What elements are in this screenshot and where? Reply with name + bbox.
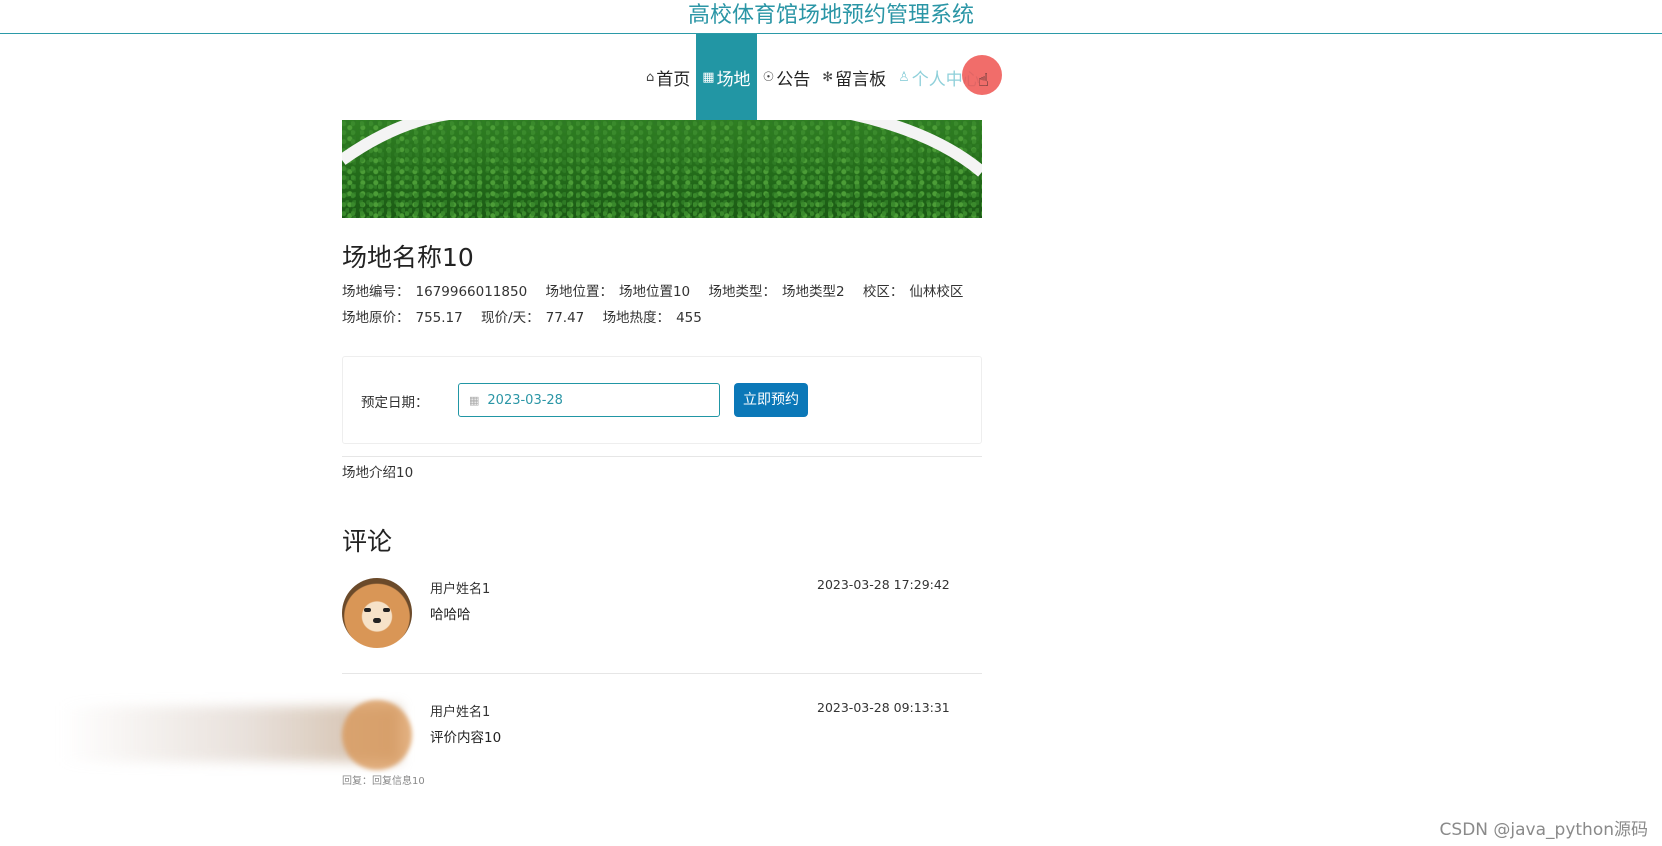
user-icon: ♙	[898, 69, 910, 85]
campus-value: 仙林校区	[909, 284, 964, 300]
divider	[342, 456, 982, 457]
location-label: 场地位置：	[545, 284, 613, 300]
number-value: 1679966011850	[415, 284, 528, 300]
nav-message-board-label: 留言板	[835, 69, 887, 90]
nav-home[interactable]: ⌂ 首页	[640, 34, 696, 120]
home-icon: ⌂	[646, 69, 655, 85]
main-nav: ⌂ 首页 ▦ 场地 ☉ 公告 ✻ 留言板 ♙ 个人中心	[640, 34, 986, 120]
nav-venue-label: 场地	[716, 69, 751, 90]
hand-cursor-icon: ☝	[978, 70, 989, 91]
location-value: 场地位置10	[618, 284, 691, 300]
notice-icon: ☉	[762, 69, 775, 85]
number-label: 场地编号：	[342, 284, 410, 300]
comment-user: 用户姓名1	[430, 582, 491, 597]
nav-notice[interactable]: ☉ 公告	[757, 34, 817, 120]
venue-icon: ▦	[702, 69, 715, 85]
calendar-icon: ▦	[469, 393, 480, 407]
avatar-nose	[373, 618, 381, 623]
booking-date-value: 2023-03-28	[487, 392, 563, 408]
nav-home-label: 首页	[656, 69, 691, 90]
price-label: 现价/天：	[481, 310, 540, 326]
comment-user: 用户姓名1	[430, 705, 491, 720]
booking-panel: 预定日期： ▦ 2023-03-28 立即预约	[342, 356, 982, 444]
orig-price-value: 755.17	[415, 310, 463, 326]
heat-value: 455	[676, 310, 702, 326]
avatar-eye	[364, 608, 371, 612]
type-label: 场地类型：	[708, 284, 776, 300]
field-line-graphic	[342, 120, 982, 177]
comment-text: 哈哈哈	[430, 607, 471, 623]
venue-info-row-2: 场地原价： 755.17 现价/天： 77.47 场地热度： 455	[342, 306, 716, 326]
book-now-button[interactable]: 立即预约	[734, 383, 808, 417]
comment-text: 评价内容10	[430, 730, 502, 746]
watermark: CSDN @java_python源码	[1439, 820, 1648, 840]
venue-banner-image	[342, 120, 982, 218]
comment-time: 2023-03-28 09:13:31	[817, 700, 950, 715]
booking-date-input[interactable]: ▦ 2023-03-28	[458, 383, 720, 417]
orig-price-label: 场地原价：	[342, 310, 410, 326]
comment-reply: 回复：回复信息10	[342, 776, 425, 787]
comments-title: 评论	[342, 527, 393, 556]
type-value: 场地类型2	[781, 284, 845, 300]
nav-notice-label: 公告	[776, 69, 811, 90]
divider	[342, 673, 982, 674]
nav-message-board[interactable]: ✻ 留言板	[816, 34, 892, 120]
nav-venue[interactable]: ▦ 场地	[696, 34, 757, 120]
price-value: 77.47	[545, 310, 585, 326]
snowflake-icon: ✻	[822, 69, 834, 85]
booking-date-label: 预定日期：	[361, 395, 429, 411]
venue-info-row-1: 场地编号： 1679966011850 场地位置： 场地位置10 场地类型： 场地类型…	[342, 280, 977, 300]
site-title: 高校体育馆场地预约管理系统	[0, 0, 1662, 34]
heat-label: 场地热度：	[602, 310, 671, 326]
avatar	[342, 578, 412, 648]
venue-title: 场地名称10	[342, 243, 474, 272]
campus-label: 校区：	[862, 284, 904, 300]
avatar	[342, 700, 412, 770]
avatar-eye	[383, 608, 390, 612]
venue-intro: 场地介绍10	[342, 465, 414, 481]
comment-time: 2023-03-28 17:29:42	[817, 577, 950, 592]
